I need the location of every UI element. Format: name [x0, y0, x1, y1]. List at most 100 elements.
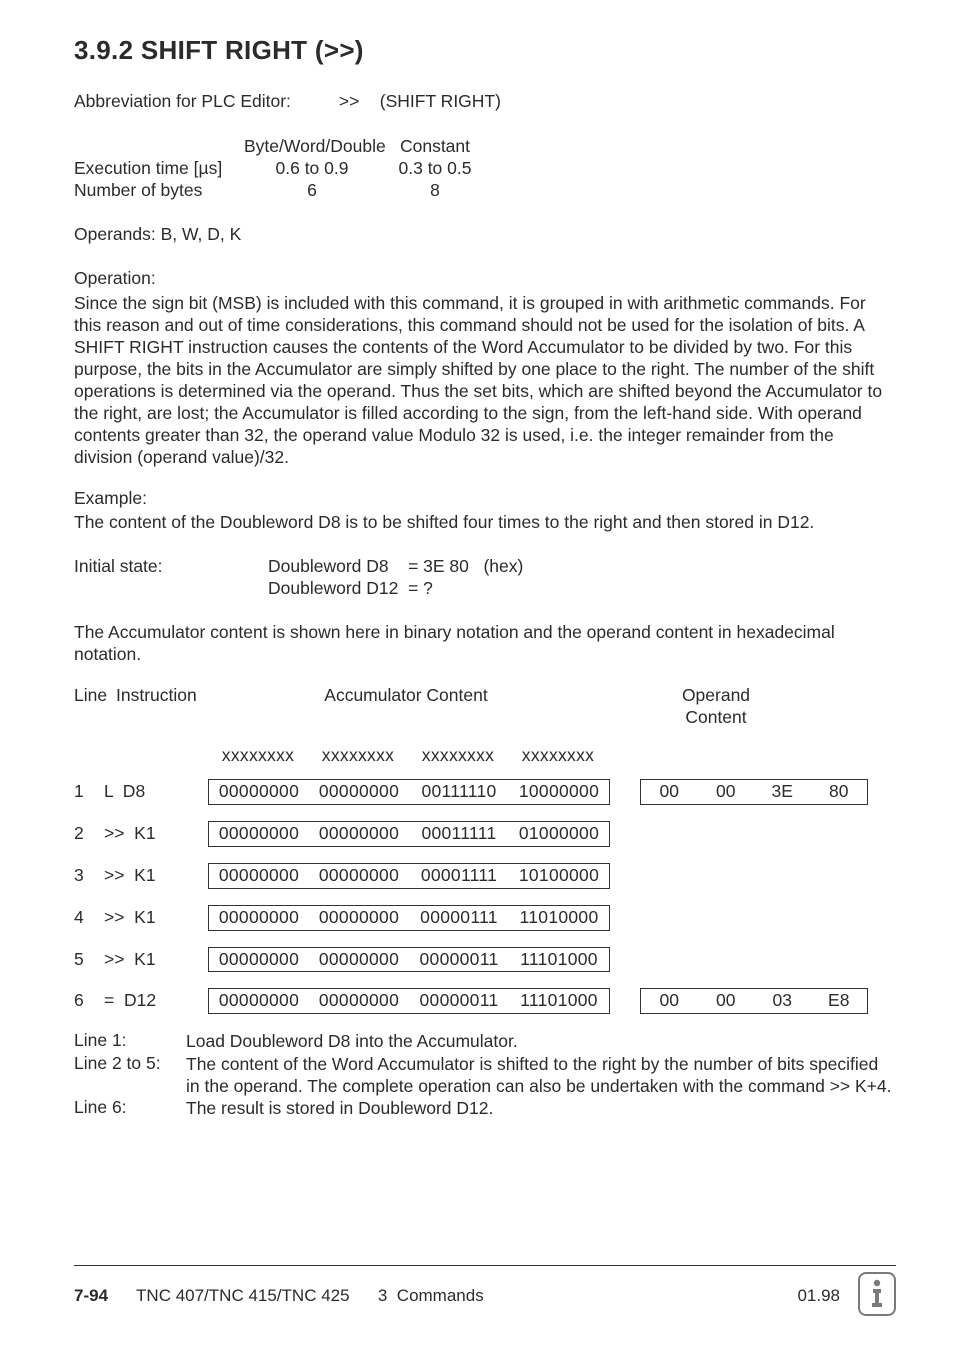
footer-chapter: TNC 407/TNC 415/TNC 425 3 Commands [136, 1285, 484, 1306]
note-text: The result is stored in Doubleword D12. [186, 1097, 896, 1119]
trace-row: 1 L D8 00000000 00000000 00111110 100000… [74, 779, 896, 805]
hdr-instr: Instruction [116, 685, 206, 729]
initial-d8: Doubleword D8 = 3E 80 (hex) [268, 556, 523, 578]
op-byte: 03 [754, 990, 811, 1012]
row-instr: >> K1 [104, 907, 208, 929]
trace-row: 2 >> K1 00000000 00000000 00011111 01000… [74, 821, 896, 847]
accu-box: 00000000 00000000 00001111 10100000 [208, 863, 610, 889]
accu-byte: 10100000 [509, 865, 609, 887]
section-heading: 3.9.2 SHIFT RIGHT (>>) [74, 34, 896, 67]
accu-byte: 01000000 [509, 823, 609, 845]
accu-box: 00000000 00000000 00000011 11101000 [208, 947, 610, 973]
note-label: Line 6: [74, 1097, 186, 1119]
accu-box: 00000000 00000000 00011111 01000000 [208, 821, 610, 847]
row-num: 3 [74, 865, 104, 887]
example-text: The content of the Doubleword D8 is to b… [74, 512, 896, 534]
row-num: 4 [74, 907, 104, 929]
accu-byte: 00111110 [409, 781, 509, 803]
row-instr: >> K1 [104, 865, 208, 887]
accu-byte: 00000000 [209, 781, 309, 803]
accu-byte: 00000000 [309, 949, 409, 971]
specs-label: Number of bytes [74, 180, 244, 202]
accu-byte: 10000000 [509, 781, 609, 803]
accu-bit-placeholders: xxxxxxxx xxxxxxxx xxxxxxxx xxxxxxxx [208, 745, 608, 767]
operand-box: 00 00 3E 80 [640, 779, 868, 805]
op-byte: E8 [811, 990, 868, 1012]
accu-byte: 00000000 [309, 823, 409, 845]
accu-ph: xxxxxxxx [408, 745, 508, 767]
specs-header-row: Byte/Word/Double Constant [74, 136, 896, 158]
specs-col-bwd: Byte/Word/Double [244, 136, 380, 158]
initial-state-values: Doubleword D8 = 3E 80 (hex) Doubleword D… [268, 556, 523, 600]
footer-page: 7-94 [74, 1285, 108, 1306]
trace-table: Line Instruction Accumulator Content Ope… [74, 685, 896, 1014]
accu-byte: 00000000 [209, 990, 309, 1012]
specs-empty [74, 136, 244, 158]
abbreviation-symbol: >> [339, 91, 375, 113]
accu-byte: 00000011 [409, 949, 509, 971]
note-text: The content of the Word Accumulator is s… [186, 1053, 896, 1098]
hdr-ops: Operand Content [636, 685, 796, 729]
accu-byte: 11010000 [509, 907, 609, 929]
initial-state-label: Initial state: [74, 556, 268, 600]
row-instr: L D8 [104, 781, 208, 803]
line-notes: Line 1: Load Doubleword D8 into the Accu… [74, 1030, 896, 1120]
accu-ph: xxxxxxxx [208, 745, 308, 767]
abbreviation-name: (SHIFT RIGHT) [380, 91, 501, 111]
row-num: 2 [74, 823, 104, 845]
trace-header: Line Instruction Accumulator Content Ope… [74, 685, 896, 729]
operation-label: Operation: [74, 268, 896, 290]
abbreviation-row: Abbreviation for PLC Editor: >> (SHIFT R… [74, 91, 896, 113]
accu-byte: 00000000 [209, 949, 309, 971]
note-text: Load Doubleword D8 into the Accumulator. [186, 1030, 896, 1052]
note-label: Line 1: [74, 1030, 186, 1052]
trace-row: 5 >> K1 00000000 00000000 00000011 11101… [74, 947, 896, 973]
specs-col-const: Constant [380, 136, 490, 158]
row-instr: = D12 [104, 990, 208, 1012]
note-row: Line 6: The result is stored in Doublewo… [74, 1097, 896, 1119]
info-icon [858, 1272, 896, 1316]
trace-row: 6 = D12 00000000 00000000 00000011 11101… [74, 988, 896, 1014]
specs-row-bytes: Number of bytes 6 8 [74, 180, 896, 202]
row-num: 1 [74, 781, 104, 803]
example-label: Example: [74, 488, 896, 510]
row-num: 5 [74, 949, 104, 971]
accu-byte: 00000011 [409, 990, 509, 1012]
op-byte: 00 [641, 781, 698, 803]
accu-ph: xxxxxxxx [508, 745, 608, 767]
accu-byte: 00000000 [209, 865, 309, 887]
note-label: Line 2 to 5: [74, 1053, 186, 1098]
trace-row: 3 >> K1 00000000 00000000 00001111 10100… [74, 863, 896, 889]
initial-d12: Doubleword D12 = ? [268, 578, 523, 600]
initial-state-row: Initial state: Doubleword D8 = 3E 80 (he… [74, 556, 896, 600]
accu-byte: 00000000 [309, 865, 409, 887]
specs-value: 0.3 to 0.5 [380, 158, 490, 180]
abbreviation-label: Abbreviation for PLC Editor: [74, 91, 334, 113]
op-byte: 80 [811, 781, 868, 803]
page-footer: 7-94 TNC 407/TNC 415/TNC 425 3 Commands … [74, 1265, 896, 1318]
accu-box: 00000000 00000000 00000011 11101000 [208, 988, 610, 1014]
trace-row: 4 >> K1 00000000 00000000 00000111 11010… [74, 905, 896, 931]
row-instr: >> K1 [104, 823, 208, 845]
accu-byte: 00011111 [409, 823, 509, 845]
example-section: Example: The content of the Doubleword D… [74, 488, 896, 534]
op-byte: 00 [641, 990, 698, 1012]
op-byte: 00 [698, 990, 755, 1012]
document-page: 3.9.2 SHIFT RIGHT (>>) Abbreviation for … [0, 0, 954, 1346]
accu-byte: 00000000 [209, 823, 309, 845]
row-num: 6 [74, 990, 104, 1012]
row-instr: >> K1 [104, 949, 208, 971]
footer-date: 01.98 [797, 1285, 840, 1306]
operation-section: Operation: Since the sign bit (MSB) is i… [74, 268, 896, 468]
operand-box: 00 00 03 E8 [640, 988, 868, 1014]
specs-value: 8 [380, 180, 490, 202]
accu-byte: 00001111 [409, 865, 509, 887]
operands-line: Operands: B, W, D, K [74, 224, 896, 246]
specs-value: 0.6 to 0.9 [244, 158, 380, 180]
accu-box: 00000000 00000000 00000111 11010000 [208, 905, 610, 931]
note-row: Line 2 to 5: The content of the Word Acc… [74, 1053, 896, 1098]
accu-byte: 00000000 [309, 990, 409, 1012]
op-byte: 00 [698, 781, 755, 803]
hdr-accu: Accumulator Content [206, 685, 606, 729]
specs-value: 6 [244, 180, 380, 202]
